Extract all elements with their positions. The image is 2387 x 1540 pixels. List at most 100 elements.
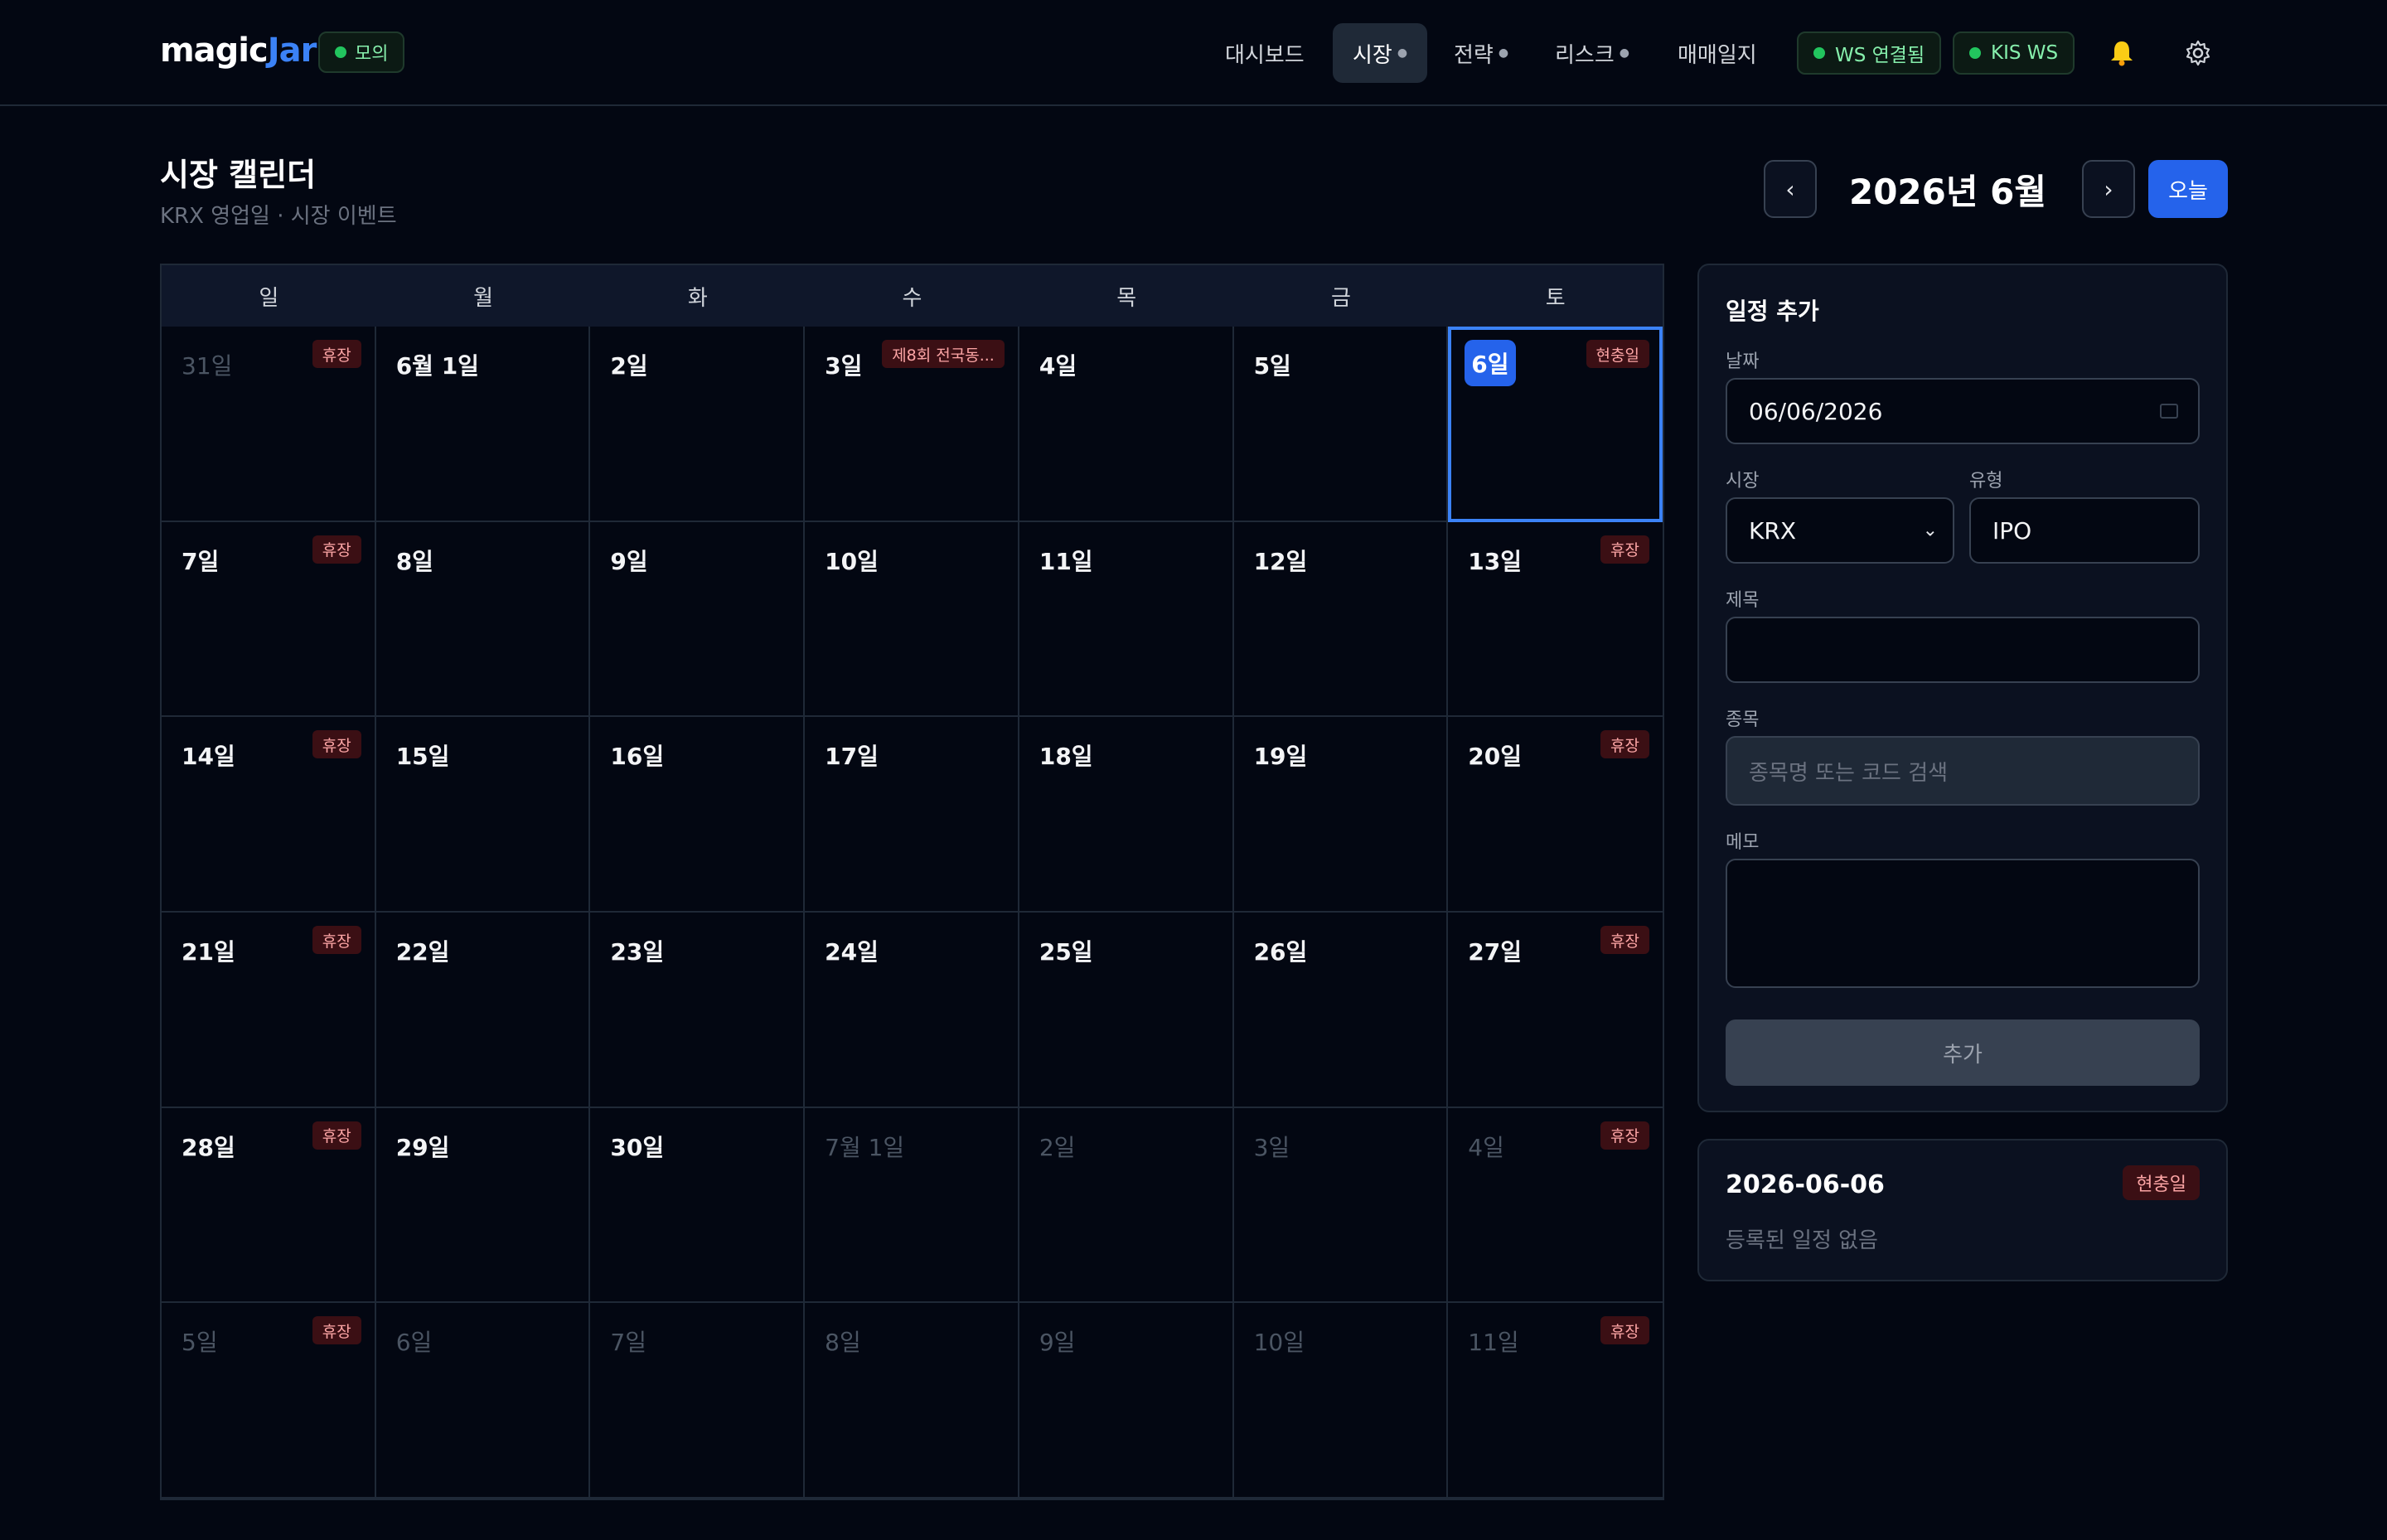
calendar-day-cell[interactable]: 22일	[375, 913, 591, 1108]
nav-label: 전략	[1454, 42, 1494, 68]
calendar-day-cell[interactable]: 28일 휴장	[162, 1107, 376, 1304]
status-dot-icon	[335, 46, 346, 58]
calendar-day-cell[interactable]: 29일	[375, 1107, 591, 1304]
weekday-fri: 금	[1330, 285, 1351, 311]
date-value: 06/06/2026	[1749, 397, 1883, 425]
calendar-day-cell[interactable]: 26일	[1233, 913, 1449, 1108]
calendar-day-cell[interactable]: 9일	[590, 521, 806, 718]
calendar-day-cell[interactable]: 5일	[1233, 327, 1449, 522]
event-tag[interactable]: 휴장	[1600, 926, 1649, 954]
top-navigation-bar: magicJar 모의 대시보드 시장 ● 전략 ● 리스크 ● 매매일지 WS 연결…	[0, 0, 2387, 106]
calendar-day-cell[interactable]: 21일 휴장	[162, 913, 376, 1108]
nav-item-market[interactable]: 시장 ●	[1333, 23, 1428, 83]
day-number: 4일	[1039, 352, 1077, 380]
event-tag[interactable]: 휴장	[312, 535, 361, 564]
settings-button[interactable]	[2178, 33, 2218, 73]
next-month-button[interactable]: ›	[2082, 160, 2135, 218]
status-dot-icon	[1969, 47, 1981, 59]
event-tag[interactable]: 휴장	[312, 1316, 361, 1345]
add-event-button[interactable]: 추가	[1726, 1019, 2200, 1086]
calendar-day-cell[interactable]: 4일	[1019, 327, 1234, 522]
calendar-day-cell[interactable]: 20일 휴장	[1448, 717, 1663, 913]
calendar-day-cell[interactable]: 6일 현충일	[1448, 327, 1663, 522]
calendar-day-cell[interactable]: 27일 휴장	[1448, 913, 1663, 1108]
event-tag[interactable]: 휴장	[1600, 730, 1649, 759]
today-button[interactable]: 오늘	[2148, 160, 2228, 218]
event-tag[interactable]: 휴장	[1600, 535, 1649, 564]
calendar-day-cell[interactable]: 17일	[805, 717, 1019, 913]
calendar-day-cell[interactable]: 13일 휴장	[1448, 521, 1663, 718]
day-number: 10일	[1253, 1329, 1305, 1357]
current-month-label: 2026년 6월	[1848, 172, 2047, 212]
calendar-day-cell[interactable]: 9일	[1019, 1303, 1234, 1499]
calendar-day-cell[interactable]: 10일	[1233, 1303, 1449, 1499]
calendar-day-cell[interactable]: 31일 휴장	[162, 327, 376, 522]
calendar-day-cell[interactable]: 7월 1일	[805, 1107, 1019, 1304]
calendar-day-cell[interactable]: 6일	[375, 1303, 591, 1499]
event-tag[interactable]: 제8회 전국동...	[882, 340, 1005, 368]
event-tag[interactable]: 휴장	[312, 1121, 361, 1150]
calendar-day-cell[interactable]: 11일	[1019, 521, 1234, 718]
calendar-day-cell[interactable]: 7일	[590, 1303, 806, 1499]
event-tag[interactable]: 휴장	[1600, 1316, 1649, 1345]
day-number: 28일	[182, 1133, 235, 1161]
calendar-day-cell[interactable]: 24일	[805, 913, 1019, 1108]
caret-down-icon: ●	[1498, 46, 1509, 60]
calendar-day-cell[interactable]: 4일 휴장	[1448, 1107, 1663, 1304]
nav-item-dashboard[interactable]: 대시보드	[1205, 23, 1324, 83]
stock-search-input[interactable]: 종목명 또는 코드 검색	[1726, 736, 2200, 806]
event-tag[interactable]: 휴장	[1600, 1121, 1649, 1150]
calendar-day-cell[interactable]: 10일	[805, 521, 1019, 718]
calendar-day-cell[interactable]: 12일	[1233, 521, 1449, 718]
day-number: 19일	[1253, 743, 1308, 771]
mode-badge-label: 모의	[355, 44, 389, 65]
day-number: 17일	[825, 743, 879, 771]
nav-label: 시장	[1353, 42, 1392, 68]
weekday-sun: 일	[259, 285, 279, 311]
calendar-day-cell[interactable]: 30일	[590, 1107, 806, 1304]
day-number: 22일	[395, 938, 450, 966]
calendar-day-cell[interactable]: 6월 1일	[375, 327, 591, 522]
type-input[interactable]: IPO	[1969, 497, 2200, 564]
calendar-icon[interactable]	[2160, 404, 2178, 419]
notifications-button[interactable]	[2102, 33, 2142, 73]
event-tag[interactable]: 휴장	[312, 926, 361, 954]
calendar-day-cell[interactable]: 2일	[590, 327, 806, 522]
calendar-day-cell[interactable]: 5일 휴장	[162, 1303, 376, 1499]
date-label: 날짜	[1726, 351, 1760, 372]
selected-date-summary: 2026-06-06 현충일 등록된 일정 없음	[1697, 1139, 2228, 1281]
subject-input[interactable]	[1726, 617, 2200, 683]
calendar-day-cell[interactable]: 3일	[1233, 1107, 1449, 1304]
calendar-day-cell[interactable]: 14일 휴장	[162, 717, 376, 913]
calendar-day-cell[interactable]: 18일	[1019, 717, 1234, 913]
calendar-day-cell[interactable]: 23일	[590, 913, 806, 1108]
calendar-day-cell[interactable]: 15일	[375, 717, 591, 913]
nav-item-risk[interactable]: 리스크 ●	[1535, 23, 1649, 83]
brand-logo[interactable]: magicJar	[160, 31, 317, 70]
calendar-day-cell[interactable]: 19일	[1233, 717, 1449, 913]
weekday-tue: 화	[687, 285, 708, 311]
calendar-day-cell[interactable]: 7일 휴장	[162, 521, 376, 718]
calendar-day-cell[interactable]: 11일 휴장	[1448, 1303, 1663, 1499]
event-tag[interactable]: 휴장	[312, 730, 361, 759]
calendar-day-cell[interactable]: 25일	[1019, 913, 1234, 1108]
type-label: 유형	[1969, 471, 2003, 492]
nav-item-trade-journal[interactable]: 매매일지	[1658, 23, 1777, 83]
event-tag[interactable]: 현충일	[1586, 340, 1649, 368]
event-tag[interactable]: 휴장	[312, 340, 361, 368]
calendar-day-cell[interactable]: 3일 제8회 전국동...	[805, 327, 1019, 522]
day-number: 9일	[1039, 1329, 1076, 1357]
prev-month-button[interactable]: ‹	[1764, 160, 1817, 218]
calendar-day-cell[interactable]: 2일	[1019, 1107, 1234, 1304]
market-select[interactable]: KRX ⌄	[1726, 497, 1954, 564]
date-input[interactable]: 06/06/2026	[1726, 378, 2200, 444]
memo-textarea[interactable]	[1726, 859, 2200, 988]
day-number: 6월 1일	[395, 352, 479, 380]
calendar-day-cell[interactable]: 16일	[590, 717, 806, 913]
calendar-day-cell[interactable]: 8일	[805, 1303, 1019, 1499]
ws-status-label: WS 연결됨	[1835, 45, 1925, 66]
day-number: 29일	[395, 1133, 450, 1161]
nav-item-strategy[interactable]: 전략 ●	[1434, 23, 1528, 83]
calendar-day-cell[interactable]: 8일	[375, 521, 591, 718]
day-number: 11일	[1468, 1329, 1519, 1357]
